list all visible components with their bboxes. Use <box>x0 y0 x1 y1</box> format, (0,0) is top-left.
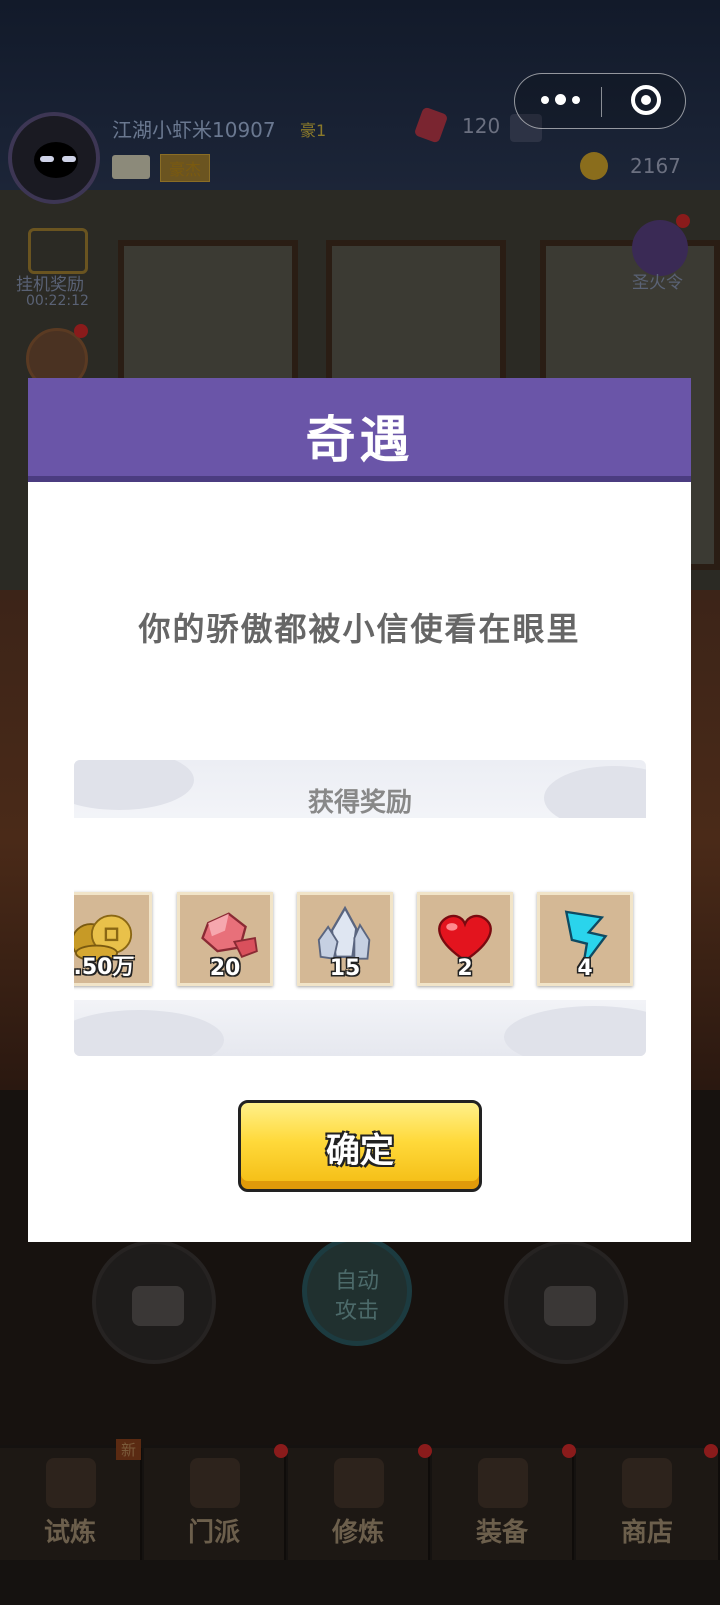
idle-reward-timer: 00:22:12 <box>26 293 89 309</box>
reward-item-energy[interactable]: 4 <box>537 892 633 986</box>
player-name: 江湖小虾米10907 <box>112 118 276 142</box>
confirm-label: 确定 <box>326 1131 394 1171</box>
notification-dot <box>562 1444 576 1458</box>
notification-dot <box>704 1444 718 1458</box>
reward-qty: 2 <box>457 956 473 981</box>
dialog-header: 奇遇 <box>28 378 691 482</box>
treasure-chest-icon[interactable] <box>28 228 88 274</box>
reward-title: 获得奖励 <box>307 788 412 818</box>
encounter-dialog: 奇遇 你的骄傲都被小信使看在眼里 获得奖励 .50万 20 15 2 4 确定 <box>28 378 691 1242</box>
notification-dot <box>418 1444 432 1458</box>
more-dots-icon[interactable] <box>541 89 597 113</box>
reward-qty: 20 <box>209 956 241 981</box>
coin-count: 2167 <box>630 154 681 178</box>
mail-icon[interactable] <box>112 155 150 179</box>
gem-count: 120 <box>462 114 501 138</box>
notification-dot <box>74 324 88 338</box>
fire-token-label: 圣火令 <box>632 273 683 293</box>
idle-reward-label: 挂机奖励 <box>16 275 84 295</box>
notification-dot <box>676 214 690 228</box>
player-rank: 豪1 <box>300 121 327 140</box>
capsule-divider <box>601 87 602 117</box>
dialog-message: 你的骄傲都被小信使看在眼里 <box>138 610 581 648</box>
new-badge: 新 <box>116 1439 142 1460</box>
player-avatar[interactable] <box>8 112 100 204</box>
reward-panel: 获得奖励 .50万 20 15 2 4 <box>74 760 646 1056</box>
reward-item-crystal[interactable]: 15 <box>297 892 393 986</box>
close-circle-icon[interactable] <box>631 85 661 115</box>
reward-qty: .50万 <box>74 955 135 980</box>
confirm-button[interactable]: 确定 <box>238 1100 482 1192</box>
reward-qty: 15 <box>329 956 361 981</box>
dialog-title: 奇遇 <box>305 411 414 469</box>
reward-item-gem[interactable]: 20 <box>177 892 273 986</box>
reward-item-coins[interactable]: .50万 <box>74 892 152 986</box>
reward-item-heart[interactable]: 2 <box>417 892 513 986</box>
coin-icon <box>580 152 608 180</box>
reward-qty: 4 <box>577 956 593 981</box>
title-badge: 豪杰 <box>160 154 211 182</box>
miniprogram-capsule <box>514 73 686 129</box>
notification-dot <box>274 1444 288 1458</box>
